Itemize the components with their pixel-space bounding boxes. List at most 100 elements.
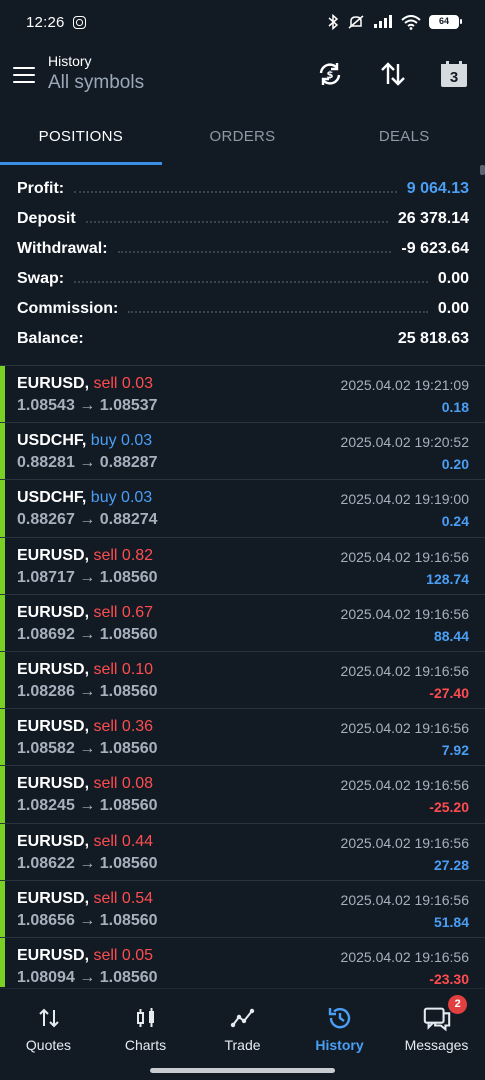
symbol-filter[interactable]: All symbols [48,72,144,94]
nav-quotes[interactable]: Quotes [0,989,97,1060]
tab-bar: POSITIONS ORDERS DEALS [0,112,485,165]
position-row[interactable]: USDCHF, buy 0.03 0.88281 → 0.88287 2025.04… [0,422,485,480]
position-profit: -25.20 [429,799,469,816]
home-indicator[interactable] [150,1068,335,1073]
position-prices: 1.08286 → 1.08560 [17,682,158,700]
position-row[interactable]: EURUSD, sell 0.08 1.08245 → 1.08560 2025.0… [0,765,485,823]
tab-positions[interactable]: POSITIONS [0,112,162,165]
wifi-icon [401,14,421,30]
position-prices: 0.88281 → 0.88287 [17,454,158,472]
tab-deals[interactable]: DEALS [323,112,485,165]
position-row[interactable]: USDCHF, buy 0.03 0.88267 → 0.88274 2025.04… [0,479,485,537]
position-side: sell 0.03 [93,375,154,392]
position-datetime: 2025.04.02 19:16:56 [340,948,469,965]
position-indicator [0,880,5,937]
position-symbol: EURUSD, [17,375,90,392]
position-side: buy 0.03 [90,489,153,507]
position-symbol-line: USDCHF, buy 0.03 [17,489,152,507]
sync-icon[interactable]: $ [315,59,345,89]
menu-icon[interactable] [13,67,35,83]
nav-messages[interactable]: 2 Messages [388,989,485,1060]
position-datetime: 2025.04.02 19:19:00 [340,491,469,508]
position-profit: -27.40 [429,684,469,701]
nav-label: Trade [224,1037,261,1053]
position-side: sell 0.44 [93,832,154,850]
position-profit: 0.20 [441,456,469,473]
title-block[interactable]: History All symbols [48,53,144,94]
position-symbol: EURUSD, [17,546,90,564]
position-datetime: 2025.04.02 19:20:52 [340,434,469,451]
position-profit: 0.24 [441,513,469,530]
summary-value: 9 064.13 [406,180,469,197]
position-row[interactable]: EURUSD, sell 0.36 1.08582 → 1.08560 2025.0… [0,708,485,766]
position-row[interactable]: EURUSD, sell 0.03 1.08543 → 1.08537 2025.0… [0,365,485,423]
position-datetime: 2025.04.02 19:16:56 [340,548,469,565]
summary-value: 0.00 [437,300,469,317]
position-datetime: 2025.04.02 19:16:56 [340,662,469,679]
position-prices: 1.08245 → 1.08560 [17,797,158,815]
position-symbol-line: USDCHF, buy 0.03 [17,432,152,450]
position-row[interactable]: EURUSD, sell 0.82 1.08717 → 1.08560 2025.0… [0,536,485,594]
position-row[interactable]: EURUSD, sell 0.05 1.08094 → 1.08560 2025.0… [0,936,485,987]
position-profit: 51.84 [433,913,469,930]
position-side: sell 0.82 [93,546,154,564]
position-symbol: USDCHF, [17,432,87,450]
position-indicator [0,480,5,537]
position-prices: 1.08692 → 1.08560 [17,625,158,643]
summary-row-profit: Profit: 9 064.13 [0,174,485,204]
position-symbol-line: EURUSD, sell 0.44 [17,833,153,851]
calendar-icon[interactable]: 3 [439,59,469,89]
history-icon [325,1003,355,1033]
positions-list: EURUSD, sell 0.03 1.08543 → 1.08537 2025.0… [0,365,485,987]
position-datetime: 2025.04.02 19:16:56 [340,891,469,908]
summary-row-deposit: Deposit 26 378.14 [0,204,485,234]
position-profit: 88.44 [433,627,469,644]
mute-icon [348,15,364,29]
summary-label: Deposit [17,210,76,227]
status-time: 12:26 [26,13,65,31]
position-profit: 0.18 [441,399,469,415]
position-prices: 1.08094 → 1.08560 [17,968,158,986]
position-symbol-line: EURUSD, sell 0.54 [17,890,153,908]
position-row[interactable]: EURUSD, sell 0.67 1.08692 → 1.08560 2025.0… [0,593,485,651]
position-profit: -23.30 [429,970,469,987]
position-side: buy 0.03 [90,432,153,450]
position-symbol: EURUSD, [17,946,90,964]
summary-value: 0.00 [437,270,469,287]
summary-label: Profit: [17,180,65,197]
position-symbol: EURUSD, [17,660,90,678]
position-symbol: EURUSD, [17,718,90,736]
position-row[interactable]: EURUSD, sell 0.10 1.08286 → 1.08560 2025.0… [0,650,485,709]
position-side: sell 0.08 [93,775,154,793]
nav-charts[interactable]: Charts [97,989,194,1060]
position-indicator [0,366,5,423]
position-indicator [0,766,5,823]
position-prices: 1.08656 → 1.08560 [17,911,158,929]
position-symbol-line: EURUSD, sell 0.03 [17,375,153,393]
nav-history[interactable]: History [291,989,388,1060]
nav-trade[interactable]: Trade [194,989,291,1060]
trade-icon [228,1003,258,1033]
position-profit: 128.74 [426,570,469,587]
nav-label: History [315,1037,364,1053]
position-row[interactable]: EURUSD, sell 0.54 1.08656 → 1.08560 2025.0… [0,879,485,937]
calendar-day: 3 [449,69,459,86]
charts-icon [131,1003,161,1033]
summary-value: 25 818.63 [397,330,469,347]
instagram-icon [72,15,86,29]
status-icons: 64 [327,14,462,30]
position-prices: 1.08543 → 1.08537 [17,397,158,414]
position-side: sell 0.05 [93,946,154,964]
position-indicator [0,537,5,594]
position-indicator [0,823,5,880]
account-summary: Profit: 9 064.13 Deposit 26 378.14 Withdra… [0,174,485,354]
position-row[interactable]: EURUSD, sell 0.44 1.08622 → 1.08560 2025.0… [0,822,485,880]
svg-text:$: $ [327,70,334,81]
position-indicator [0,651,5,709]
messages-icon [422,1003,452,1033]
tab-orders[interactable]: ORDERS [162,112,324,165]
position-side: sell 0.67 [93,603,154,621]
sort-icon[interactable] [378,59,408,89]
position-indicator [0,937,5,987]
position-side: sell 0.54 [93,889,154,907]
